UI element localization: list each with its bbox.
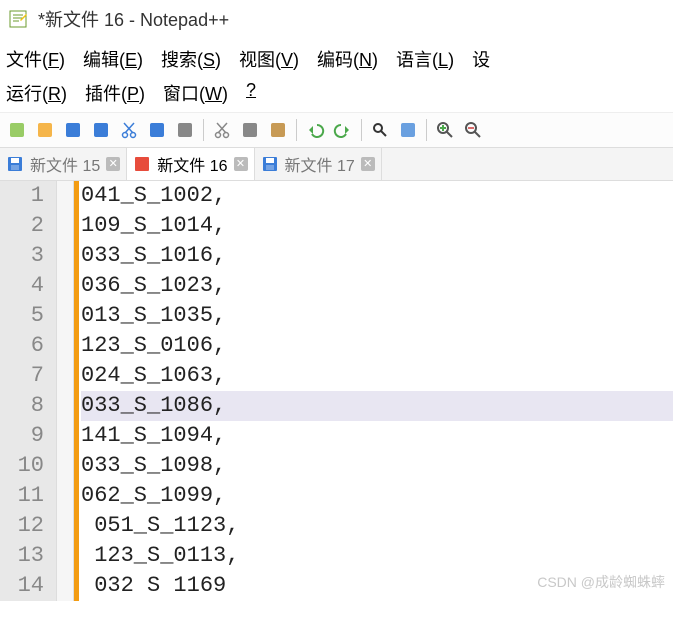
menu-item-0[interactable]: 文件(F) bbox=[6, 46, 65, 72]
tabbar: 新文件 15 ✕ 新文件 16 ✕ 新文件 17 ✕ bbox=[0, 148, 673, 181]
line-number: 10 bbox=[8, 451, 44, 481]
code-line[interactable]: 036_S_1023, bbox=[81, 271, 673, 301]
tab-label: 新文件 15 bbox=[30, 152, 100, 176]
line-number: 9 bbox=[8, 421, 44, 451]
toolbar-find-button[interactable] bbox=[367, 117, 393, 143]
menu-item-5[interactable]: 语言(L) bbox=[396, 46, 454, 72]
menu-item-3[interactable]: ? bbox=[246, 80, 256, 106]
toolbar-save-button[interactable] bbox=[60, 117, 86, 143]
line-number: 6 bbox=[8, 331, 44, 361]
save-icon bbox=[133, 155, 151, 173]
line-number: 13 bbox=[8, 541, 44, 571]
menu-item-3[interactable]: 视图(V) bbox=[239, 46, 299, 72]
menubar-row2: 运行(R) 插件(P) 窗口(W)? bbox=[0, 74, 673, 112]
editor: 1234567891011121314 041_S_1002,109_S_101… bbox=[0, 181, 673, 601]
tab-2[interactable]: 新文件 17 ✕ bbox=[255, 148, 382, 180]
code-line[interactable]: 109_S_1014, bbox=[81, 211, 673, 241]
toolbar-cut2-button[interactable] bbox=[209, 117, 235, 143]
toolbar-separator bbox=[203, 119, 204, 141]
line-number: 1 bbox=[8, 181, 44, 211]
line-number: 8 bbox=[8, 391, 44, 421]
toolbar-close-button[interactable] bbox=[144, 117, 170, 143]
line-number: 3 bbox=[8, 241, 44, 271]
menu-item-1[interactable]: 插件(P) bbox=[85, 80, 145, 106]
code-line[interactable]: 033_S_1086, bbox=[81, 391, 673, 421]
toolbar-copy-button[interactable] bbox=[88, 117, 114, 143]
tab-close-icon[interactable]: ✕ bbox=[234, 157, 248, 171]
toolbar-redo-button[interactable] bbox=[330, 117, 356, 143]
code-line[interactable]: 024_S_1063, bbox=[81, 361, 673, 391]
menubar-row1: 文件(F) 编辑(E) 搜索(S) 视图(V) 编码(N) 语言(L) 设 bbox=[0, 38, 673, 74]
tab-label: 新文件 16 bbox=[157, 152, 227, 176]
code-line[interactable]: 051_S_1123, bbox=[81, 511, 673, 541]
line-number: 11 bbox=[8, 481, 44, 511]
toolbar-zoom-out-button[interactable] bbox=[460, 117, 486, 143]
code-line[interactable]: 033_S_1016, bbox=[81, 241, 673, 271]
toolbar-undo-button[interactable] bbox=[302, 117, 328, 143]
toolbar-open-button[interactable] bbox=[32, 117, 58, 143]
tab-close-icon[interactable]: ✕ bbox=[361, 157, 375, 171]
toolbar-replace-button[interactable] bbox=[395, 117, 421, 143]
code-area[interactable]: 041_S_1002,109_S_1014,033_S_1016,036_S_1… bbox=[79, 181, 673, 601]
titlebar: *新文件 16 - Notepad++ bbox=[0, 0, 673, 38]
toolbar-new-button[interactable] bbox=[4, 117, 30, 143]
toolbar-copy2-button[interactable] bbox=[237, 117, 263, 143]
code-line[interactable]: 013_S_1035, bbox=[81, 301, 673, 331]
fold-margin bbox=[56, 181, 74, 601]
save-icon bbox=[261, 155, 279, 173]
app-icon bbox=[8, 9, 28, 29]
menu-item-4[interactable]: 编码(N) bbox=[317, 46, 378, 72]
toolbar-separator bbox=[426, 119, 427, 141]
tab-label: 新文件 17 bbox=[285, 152, 355, 176]
line-number: 12 bbox=[8, 511, 44, 541]
toolbar-paste-button[interactable] bbox=[265, 117, 291, 143]
code-line[interactable]: 141_S_1094, bbox=[81, 421, 673, 451]
line-number: 5 bbox=[8, 301, 44, 331]
toolbar-print-button[interactable] bbox=[172, 117, 198, 143]
line-number: 7 bbox=[8, 361, 44, 391]
toolbar-separator bbox=[361, 119, 362, 141]
menu-item-2[interactable]: 搜索(S) bbox=[161, 46, 221, 72]
toolbar-zoom-in-button[interactable] bbox=[432, 117, 458, 143]
menu-item-2[interactable]: 窗口(W) bbox=[163, 80, 228, 106]
tab-0[interactable]: 新文件 15 ✕ bbox=[0, 148, 127, 180]
watermark: CSDN @成龄蜘蛛蟀 bbox=[537, 567, 665, 597]
tab-close-icon[interactable]: ✕ bbox=[106, 157, 120, 171]
line-number: 2 bbox=[8, 211, 44, 241]
menu-item-6[interactable]: 设 bbox=[472, 46, 490, 72]
menu-item-1[interactable]: 编辑(E) bbox=[83, 46, 143, 72]
toolbar-separator bbox=[296, 119, 297, 141]
code-line[interactable]: 123_S_0106, bbox=[81, 331, 673, 361]
code-line[interactable]: 033_S_1098, bbox=[81, 451, 673, 481]
code-line[interactable]: 041_S_1002, bbox=[81, 181, 673, 211]
toolbar bbox=[0, 112, 673, 148]
code-line[interactable]: 062_S_1099, bbox=[81, 481, 673, 511]
menu-item-0[interactable]: 运行(R) bbox=[6, 80, 67, 106]
save-icon bbox=[6, 155, 24, 173]
line-number: 14 bbox=[8, 571, 44, 601]
gutter: 1234567891011121314 bbox=[0, 181, 56, 601]
toolbar-cut-button[interactable] bbox=[116, 117, 142, 143]
line-number: 4 bbox=[8, 271, 44, 301]
tab-1[interactable]: 新文件 16 ✕ bbox=[127, 148, 254, 180]
window-title: *新文件 16 - Notepad++ bbox=[38, 6, 229, 32]
